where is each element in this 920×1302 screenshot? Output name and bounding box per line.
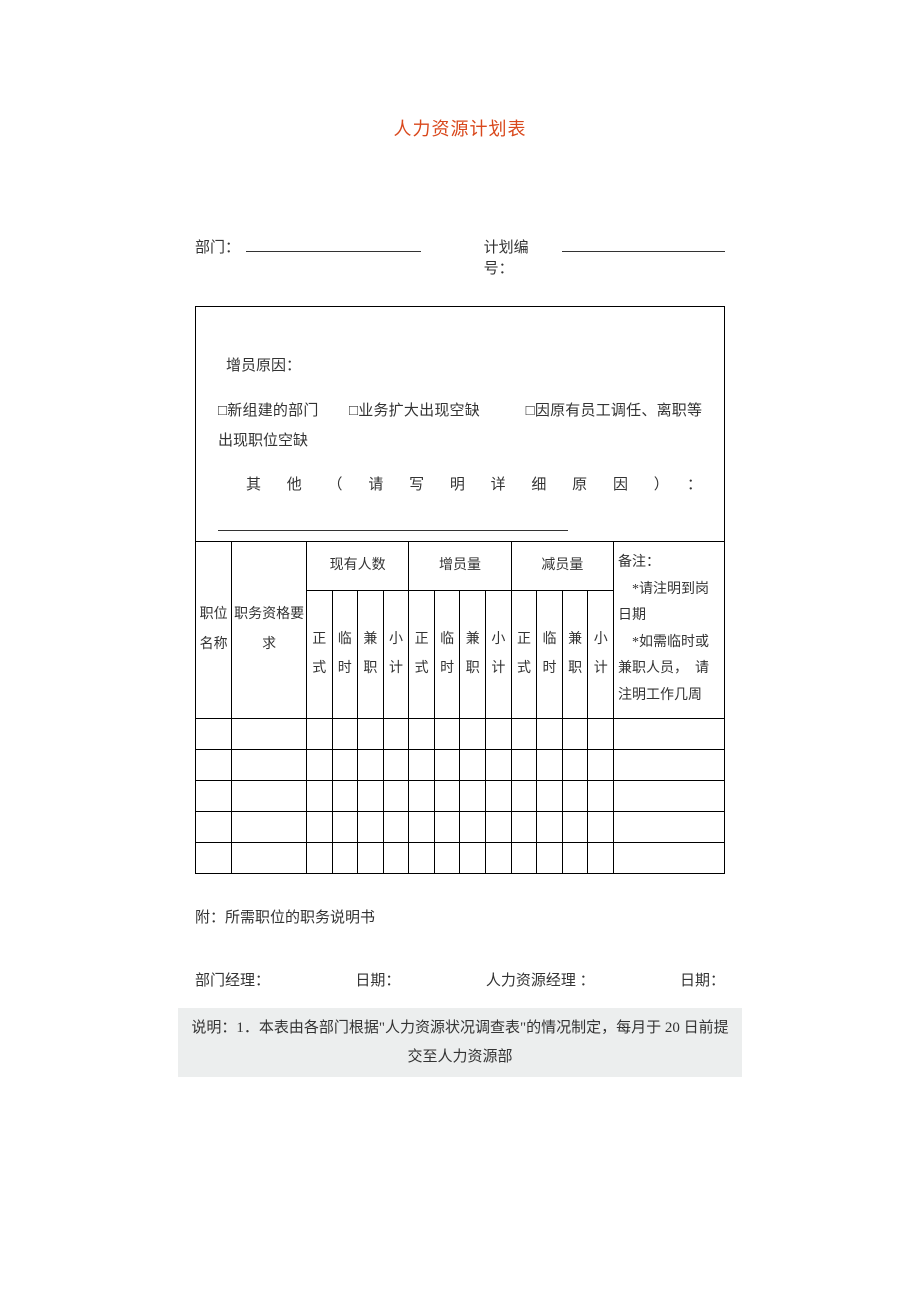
page-title: 人力资源计划表	[195, 115, 725, 141]
col-position: 职位名称	[196, 542, 232, 719]
sub-temp: 临时	[332, 591, 358, 719]
notes-line2: *如需临时或兼职人员， 请注明工作几周	[618, 635, 709, 703]
sub-temp: 临时	[537, 591, 563, 719]
sub-formal: 正式	[306, 591, 332, 719]
sub-parttime: 兼职	[460, 591, 486, 719]
plan-number-blank	[562, 236, 725, 252]
table-row	[196, 718, 725, 749]
dept-blank	[246, 236, 421, 252]
sub-subtotal: 小计	[383, 591, 409, 719]
hr-manager-label: 人力资源经理 ：	[486, 969, 595, 990]
sub-formal: 正式	[409, 591, 435, 719]
sub-parttime: 兼职	[562, 591, 588, 719]
group-increase: 增员量	[409, 542, 511, 591]
date1-label: 日期：	[355, 969, 400, 990]
table-row	[196, 842, 725, 873]
sub-formal: 正式	[511, 591, 537, 719]
reason-other-blank	[218, 517, 568, 531]
dept-label: 部门：	[195, 236, 240, 257]
signature-line: 部门经理： 日期： 人力资源经理 ： 日期：	[195, 969, 725, 990]
sub-parttime: 兼职	[358, 591, 384, 719]
notes-line1: *请注明到岗日期	[618, 582, 709, 624]
hr-plan-table: 职位名称 职务资格要求 现有人数 增员量 减员量 备注： *请注明到岗日期 *如…	[195, 541, 725, 874]
date2-label: 日期：	[680, 969, 725, 990]
sub-subtotal: 小计	[486, 591, 512, 719]
dept-manager-label: 部门经理：	[195, 969, 270, 990]
header-line: 部门： 计划编号：	[195, 236, 725, 278]
table-row	[196, 811, 725, 842]
table-row	[196, 749, 725, 780]
sub-subtotal: 小计	[588, 591, 614, 719]
notes-label: 备注：	[618, 555, 660, 570]
appendix-note: 附：所需职位的职务说明书	[195, 906, 725, 927]
reason-label: 增员原因：	[218, 347, 702, 386]
footer-note: 说明：1．本表由各部门根据"人力资源状况调查表"的情况制定，每月于 20 日前提…	[178, 1008, 742, 1077]
notes-cell: 备注： *请注明到岗日期 *如需临时或兼职人员， 请注明工作几周	[614, 542, 725, 719]
reason-other-label: 其他（请写明详细原因）：	[218, 466, 702, 505]
group-decrease: 减员量	[511, 542, 613, 591]
sub-temp: 临时	[434, 591, 460, 719]
plan-number-label: 计划编号：	[484, 236, 556, 278]
group-current: 现有人数	[306, 542, 408, 591]
table-row	[196, 780, 725, 811]
reason-options: □新组建的部门 □业务扩大出现空缺 □因原有员工调任、离职等出现职位空缺	[218, 396, 702, 456]
reason-box: 增员原因： □新组建的部门 □业务扩大出现空缺 □因原有员工调任、离职等出现职位…	[195, 306, 725, 542]
col-requirement: 职务资格要求	[232, 542, 307, 719]
